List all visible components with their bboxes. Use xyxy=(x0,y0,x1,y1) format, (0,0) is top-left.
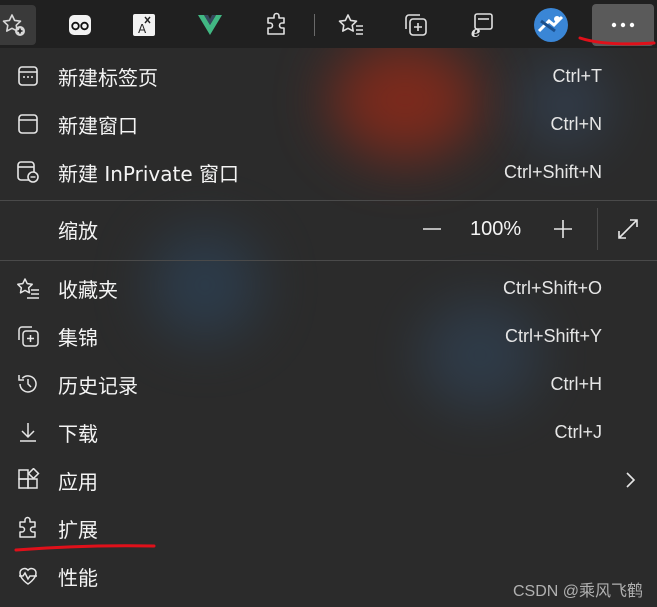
performance-heart-icon xyxy=(16,564,40,588)
shortcut-text: Ctrl+J xyxy=(554,421,602,442)
ie-mode-icon[interactable]: e xyxy=(460,5,504,45)
menu-divider xyxy=(0,260,657,261)
menu-item-downloads[interactable]: 下载 Ctrl+J xyxy=(0,408,657,456)
menu-item-favorites[interactable]: 收藏夹 Ctrl+Shift+O xyxy=(0,264,657,312)
chevron-right-icon xyxy=(620,470,640,490)
collections-icon[interactable] xyxy=(394,5,438,45)
shortcut-text: Ctrl+Shift+Y xyxy=(504,325,602,346)
new-window-icon xyxy=(16,112,40,136)
favorites-icon[interactable] xyxy=(329,5,373,45)
menu-item-label: 扩展 xyxy=(58,517,98,542)
red-annotation-underline xyxy=(14,544,156,552)
zoom-level: 100% xyxy=(470,217,522,240)
menu-item-label: 下载 xyxy=(58,421,98,446)
watermark-text: CSDN @乘风飞鹤 xyxy=(512,583,643,600)
extensions-icon[interactable] xyxy=(255,5,299,45)
menu-item-new-inprivate[interactable]: 新建 InPrivate 窗口 Ctrl+Shift+N xyxy=(0,148,657,196)
shortcut-text: Ctrl+Shift+N xyxy=(503,161,602,182)
menu-item-history[interactable]: 历史记录 Ctrl+H xyxy=(0,360,657,408)
menu-item-label: 新建 InPrivate 窗口 xyxy=(58,161,240,186)
shortcut-text: Ctrl+N xyxy=(550,113,602,134)
toolbar-separator xyxy=(314,14,315,36)
menu-item-label: 历史记录 xyxy=(58,373,138,398)
menu-item-apps[interactable]: 应用 xyxy=(0,456,657,504)
menu-item-label: 新建标签页 xyxy=(58,65,158,90)
vue-devtools-icon[interactable] xyxy=(188,5,232,45)
browser-toolbar: A e xyxy=(0,0,657,48)
menu-item-new-window[interactable]: 新建窗口 Ctrl+N xyxy=(0,100,657,148)
menu-divider xyxy=(0,200,657,201)
menu-item-label: 性能 xyxy=(58,565,98,590)
download-icon xyxy=(16,420,40,444)
zoom-label: 缩放 xyxy=(58,218,98,243)
zoom-in-button[interactable] xyxy=(549,215,577,243)
extensions-icon xyxy=(16,516,40,540)
zoom-out-button[interactable] xyxy=(418,215,446,243)
shortcut-text: Ctrl+Shift+O xyxy=(502,277,602,298)
menu-item-label: 新建窗口 xyxy=(58,113,138,138)
shortcut-text: Ctrl+H xyxy=(550,373,602,394)
shortcut-text: Ctrl+T xyxy=(552,65,603,86)
menu-item-collections[interactable]: 集锦 Ctrl+Shift+Y xyxy=(0,312,657,360)
translate-icon[interactable]: A xyxy=(122,5,166,45)
profile-avatar[interactable] xyxy=(529,5,573,45)
zoom-separator xyxy=(597,208,598,250)
extension-app-icon[interactable] xyxy=(58,5,102,45)
menu-item-label: 集锦 xyxy=(58,325,98,350)
red-annotation-underline xyxy=(578,36,656,46)
translate-glyph: A xyxy=(138,22,147,36)
history-icon xyxy=(16,372,40,396)
fullscreen-icon[interactable] xyxy=(614,215,642,243)
inprivate-icon xyxy=(16,160,40,184)
browser-main-menu: 新建标签页 Ctrl+T 新建窗口 Ctrl+N 新建 InPrivate 窗口… xyxy=(0,48,657,607)
menu-item-label: 收藏夹 xyxy=(58,277,118,302)
menu-item-zoom: 缩放 100% xyxy=(0,205,657,253)
apps-icon xyxy=(16,468,40,492)
menu-item-new-tab[interactable]: 新建标签页 Ctrl+T xyxy=(0,52,657,100)
new-tab-icon xyxy=(16,64,40,88)
favorites-icon xyxy=(16,276,40,300)
collections-icon xyxy=(16,324,40,348)
svg-text:e: e xyxy=(471,23,481,39)
favorites-add-icon[interactable] xyxy=(0,5,36,45)
menu-item-label: 应用 xyxy=(58,469,98,494)
